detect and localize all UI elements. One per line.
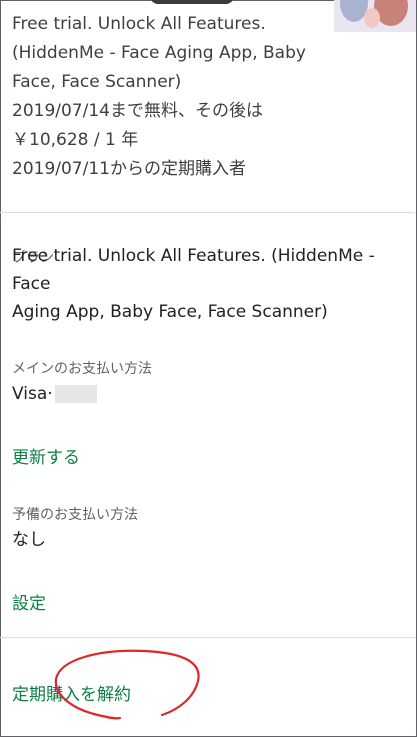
backup-payment-value: なし	[12, 530, 46, 550]
app-thumbnail	[334, 0, 416, 32]
plan-value-line-1: Free trial. Unlock All Features. (Hidden…	[12, 246, 375, 294]
backup-payment-label: 予備のお支払い方法	[12, 507, 138, 523]
section-divider	[0, 212, 415, 213]
subscription-summary: Free trial. Unlock All Features. (Hidden…	[12, 10, 332, 184]
update-payment-link[interactable]: 更新する	[12, 443, 80, 468]
main-payment-label: メインのお支払い方法	[12, 361, 152, 377]
summary-line: Free trial. Unlock All Features.	[12, 14, 266, 34]
summary-line: 2019/07/11からの定期購入者	[12, 159, 246, 179]
summary-line: ￥10,628 / 1 年	[12, 130, 139, 150]
main-payment-value: Visa·	[12, 380, 97, 408]
plan-value-line-2: Aging App, Baby Face, Face Scanner)	[12, 302, 328, 322]
summary-line: 2019/07/14まで無料、その後は	[12, 101, 263, 121]
settings-link[interactable]: 設定	[12, 589, 46, 614]
summary-line: Face, Face Scanner)	[12, 72, 182, 92]
status-bar-notch	[150, 0, 234, 4]
card-brand: Visa·	[12, 384, 53, 404]
red-circle-annotation	[54, 649, 200, 720]
section-divider	[0, 637, 415, 638]
summary-line: (HiddenMe - Face Aging App, Baby	[12, 43, 306, 63]
redacted-card-number	[54, 385, 97, 403]
